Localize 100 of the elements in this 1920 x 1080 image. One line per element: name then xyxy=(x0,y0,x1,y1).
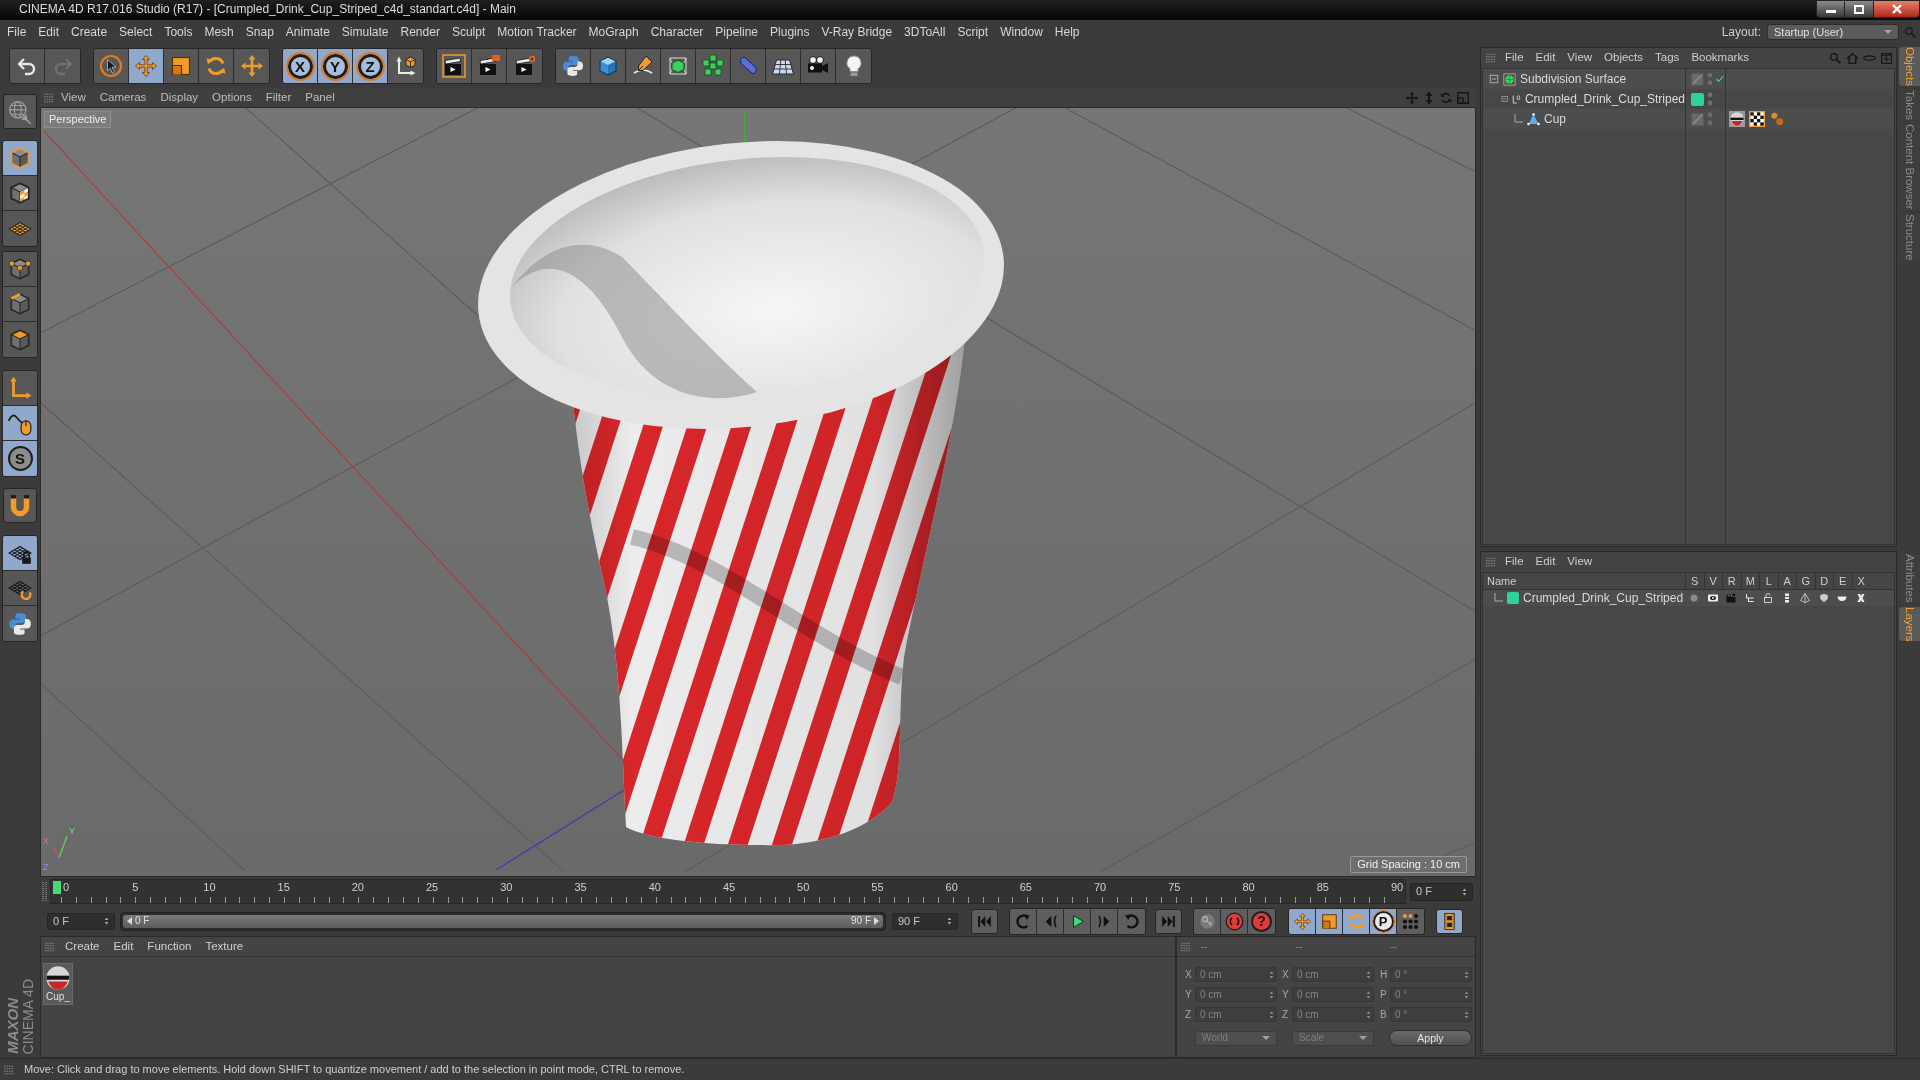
menu-item[interactable]: View xyxy=(1561,556,1599,568)
tool-button[interactable]: ? xyxy=(1248,908,1275,934)
tool-button[interactable] xyxy=(1194,908,1221,934)
minimize-button[interactable] xyxy=(1816,0,1845,18)
menu-item[interactable]: Tools xyxy=(158,22,199,42)
tool-button[interactable] xyxy=(836,49,871,83)
tool-button[interactable] xyxy=(626,49,661,83)
tool-button[interactable] xyxy=(1397,908,1424,934)
menu-item[interactable]: File xyxy=(1,22,33,42)
menu-item[interactable]: Help xyxy=(1048,22,1086,42)
menu-item[interactable]: Cameras xyxy=(92,91,154,104)
object-item[interactable]: Cup xyxy=(1483,109,1685,129)
tool-button[interactable] xyxy=(1436,908,1463,934)
maximize-icon xyxy=(1854,4,1864,14)
tool-button[interactable] xyxy=(3,141,37,176)
menu-item[interactable]: Create xyxy=(65,22,114,42)
menu-item[interactable]: MoGraph xyxy=(582,22,645,42)
object-item[interactable]: Crumpled_Drink_Cup_Striped xyxy=(1483,89,1685,109)
menu-item[interactable]: Edit xyxy=(32,22,66,42)
tool-button[interactable] xyxy=(766,49,801,83)
tool-button[interactable]: P xyxy=(1370,908,1397,934)
menu-item[interactable]: Script xyxy=(951,22,995,42)
side-tab[interactable]: Objects xyxy=(1899,47,1920,86)
menu-item[interactable]: V-Ray Bridge xyxy=(815,22,899,42)
menu-item[interactable]: Display xyxy=(153,91,206,104)
tool-button[interactable] xyxy=(1343,908,1370,934)
menu-item[interactable]: Snap xyxy=(239,22,280,42)
tool-button[interactable] xyxy=(129,49,164,83)
menu-item[interactable]: Options xyxy=(205,91,259,104)
menu-item[interactable]: Create xyxy=(58,940,107,953)
tool-button[interactable] xyxy=(3,94,37,129)
current-frame-field[interactable]: 0 F xyxy=(1410,882,1473,901)
tool-button[interactable] xyxy=(661,49,696,83)
menu-item[interactable]: Bookmarks xyxy=(1685,52,1755,64)
tool-button[interactable] xyxy=(696,49,731,83)
layer-color-swatch[interactable] xyxy=(1507,592,1519,604)
menu-item[interactable]: Render xyxy=(394,22,446,42)
menu-item[interactable]: Window xyxy=(994,22,1049,42)
tool-button[interactable] xyxy=(164,49,199,83)
timeline-ruler[interactable]: 0 5 10 15 20 25 30 35 40 45 50 55 60 65 70 75 80 85 90 xyxy=(50,879,1406,904)
tool-button[interactable] xyxy=(3,536,37,571)
tool-button[interactable] xyxy=(3,252,37,287)
end-frame-field[interactable]: 90 F xyxy=(892,912,958,930)
menu-item[interactable]: Edit xyxy=(1529,52,1562,64)
tool-button[interactable]: S xyxy=(3,441,37,476)
menu-item[interactable]: Motion Tracker xyxy=(491,22,583,42)
menu-item[interactable]: Character xyxy=(644,22,710,42)
menu-item[interactable]: View xyxy=(54,91,93,104)
maximize-button[interactable] xyxy=(1845,0,1873,18)
tool-button[interactable] xyxy=(3,322,37,357)
tool-button[interactable] xyxy=(556,49,591,83)
menu-item[interactable]: Plugins xyxy=(764,22,816,42)
menu-item[interactable]: Function xyxy=(140,940,199,953)
tool-button[interactable]: Y xyxy=(318,49,353,83)
menu-item[interactable]: Objects xyxy=(1598,52,1650,64)
apply-button[interactable]: Apply xyxy=(1389,1030,1472,1046)
menu-item[interactable]: Filter xyxy=(258,91,299,104)
tool-button[interactable] xyxy=(801,49,836,83)
tool-button[interactable]: Z xyxy=(353,49,388,83)
tool-button[interactable] xyxy=(591,49,626,83)
tool-button[interactable] xyxy=(388,49,423,83)
material-item[interactable]: Cup_ xyxy=(43,963,73,1005)
menu-item[interactable]: View xyxy=(1561,52,1599,64)
object-item[interactable]: Subdivision Surface xyxy=(1483,69,1685,89)
tool-button[interactable] xyxy=(1064,908,1091,934)
menu-item[interactable]: Mesh xyxy=(198,22,240,42)
tool-button[interactable] xyxy=(437,49,472,83)
menu-item[interactable]: Edit xyxy=(106,940,141,953)
3d-viewport[interactable]: Perspective Grid Spacing : 10 cm Y X Z xyxy=(40,107,1476,877)
layer-row[interactable]: Crumpled_Drink_Cup_Striped xyxy=(1483,590,1894,606)
menu-item[interactable]: File xyxy=(1499,556,1530,568)
menu-item[interactable]: Sculpt xyxy=(445,22,492,42)
menu-item[interactable]: Simulate xyxy=(335,22,395,42)
layout-dropdown[interactable]: Startup (User) xyxy=(1767,24,1899,40)
close-button[interactable] xyxy=(1873,0,1920,18)
menu-item[interactable]: Pipeline xyxy=(709,22,765,42)
tool-button[interactable]: X xyxy=(283,49,318,83)
tool-button[interactable] xyxy=(3,406,37,441)
tool-button[interactable] xyxy=(10,49,45,83)
menu-item[interactable]: Edit xyxy=(1529,556,1562,568)
tool-button[interactable] xyxy=(507,49,542,83)
dot-grid-icon xyxy=(1401,911,1420,931)
tool-button[interactable] xyxy=(3,176,37,211)
layer-color-swatch[interactable] xyxy=(1691,92,1704,106)
menu-item[interactable]: 3DToAll xyxy=(898,22,952,42)
tool-button[interactable] xyxy=(3,371,37,406)
tool-button[interactable] xyxy=(472,49,507,83)
tool-button[interactable] xyxy=(3,571,37,606)
start-frame-field[interactable]: 0 F xyxy=(47,912,115,930)
tool-button[interactable] xyxy=(3,488,37,523)
menu-item[interactable]: Select xyxy=(113,22,159,42)
menu-item[interactable]: Panel xyxy=(298,91,342,104)
menu-item[interactable]: Texture xyxy=(198,940,251,953)
tool-button[interactable] xyxy=(1316,908,1343,934)
tool-button[interactable] xyxy=(199,49,234,83)
menu-item[interactable]: Tags xyxy=(1649,52,1686,64)
side-tab[interactable]: Layers xyxy=(1899,606,1920,642)
menu-item[interactable]: Animate xyxy=(279,22,336,42)
tool-button[interactable] xyxy=(1289,908,1316,934)
menu-item[interactable]: File xyxy=(1499,52,1530,64)
